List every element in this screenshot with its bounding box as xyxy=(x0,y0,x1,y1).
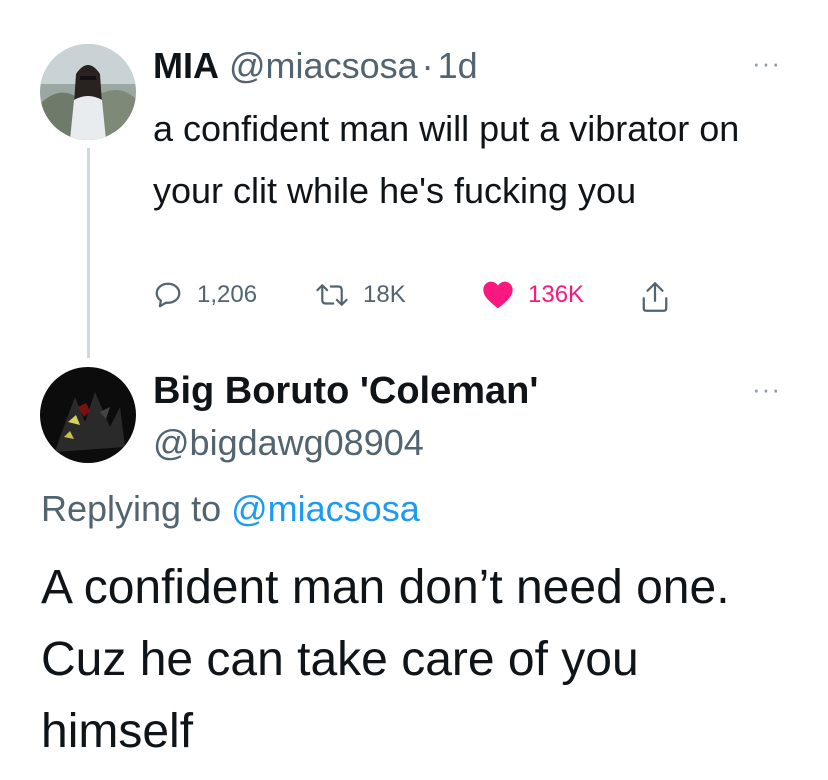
avatar-mia[interactable] xyxy=(40,44,136,140)
share-action[interactable] xyxy=(640,280,670,314)
replying-to-line: Replying to @miacsosa xyxy=(41,486,420,532)
like-action[interactable]: 136K xyxy=(482,280,584,310)
reply-icon xyxy=(155,282,181,308)
reply-more-options-icon[interactable]: ··· xyxy=(752,376,781,402)
replying-prefix: Replying to xyxy=(41,488,222,529)
retweet-icon xyxy=(316,284,348,306)
avatar-big-boruto[interactable] xyxy=(40,367,136,463)
heart-icon xyxy=(483,281,513,309)
reply-action[interactable]: 1,206 xyxy=(153,280,257,310)
author-name[interactable]: MIA xyxy=(153,45,219,86)
reply-author-name[interactable]: Big Boruto 'Coleman' xyxy=(153,368,538,414)
tweet-text: a confident man will put a vibrator on y… xyxy=(153,108,740,211)
retweet-action[interactable]: 18K xyxy=(315,280,406,310)
thread-connector-line xyxy=(87,148,90,358)
reply-text: A confident man don’t need one. Cuz he c… xyxy=(41,561,730,758)
like-count: 136K xyxy=(528,281,585,308)
tweet-header: MIA @miacsosa · 1d xyxy=(153,44,478,88)
author-handle[interactable]: @miacsosa xyxy=(229,45,418,86)
tweet-time[interactable]: 1d xyxy=(438,45,478,86)
dot-separator: · xyxy=(421,45,434,86)
retweet-count: 18K xyxy=(363,281,406,308)
share-icon xyxy=(642,282,668,312)
reply-author-handle[interactable]: @bigdawg08904 xyxy=(153,420,424,466)
more-options-icon[interactable]: ··· xyxy=(752,50,781,76)
reply-count: 1,206 xyxy=(197,281,258,308)
replying-to-handle-link[interactable]: @miacsosa xyxy=(231,488,420,529)
